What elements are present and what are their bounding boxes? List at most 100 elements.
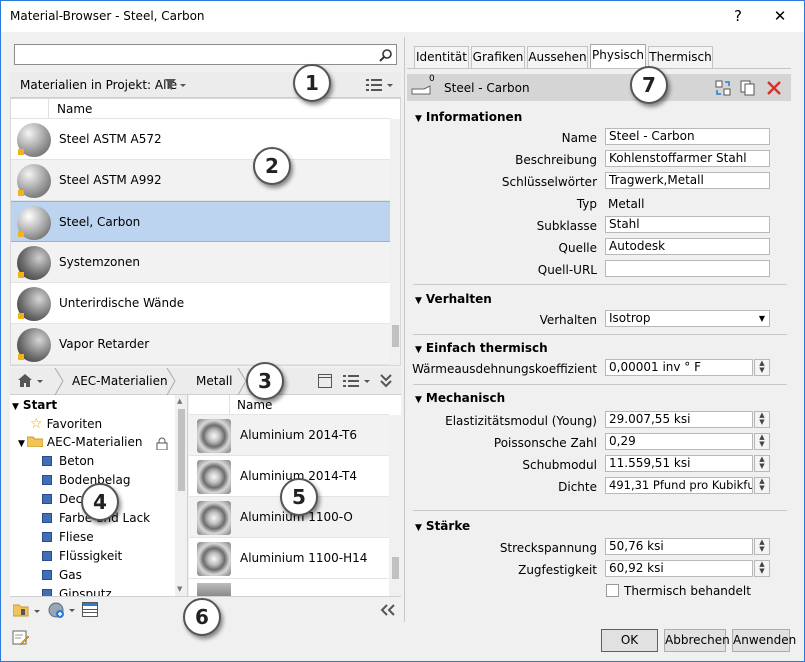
project-list-scrollbar[interactable]	[390, 119, 400, 365]
dialog-client: Materialien in Projekt: Alle Name Steel …	[1, 32, 804, 661]
search-icon[interactable]	[379, 48, 393, 62]
verhalten-dropdown[interactable]: Isotrop ▼	[605, 310, 770, 327]
filter-funnel-icon[interactable]	[165, 78, 187, 92]
category-icon	[42, 513, 52, 523]
schubmodul-stepper[interactable]: ▲ ▼	[754, 455, 770, 472]
quelle-label: Quelle	[558, 241, 597, 255]
lock-icon	[156, 437, 168, 450]
zugfestigkeit-stepper[interactable]: ▲ ▼	[754, 560, 770, 577]
waermeausdehnung-stepper[interactable]: ▲ ▼	[754, 359, 770, 376]
category-icon	[42, 456, 52, 466]
tab-aussehen[interactable]: Aussehen	[527, 46, 588, 69]
subklasse-label: Subklasse	[536, 219, 597, 233]
callout-badge: 4	[81, 483, 119, 521]
edit-sheet-icon[interactable]	[12, 630, 30, 646]
cancel-button[interactable]: Abbrechen	[664, 629, 730, 652]
dichte-stepper[interactable]: ▲ ▼	[754, 477, 770, 494]
tree-item-favorites[interactable]: ☆ Favoriten	[30, 416, 102, 432]
thermisch-behandelt-checkbox[interactable]	[606, 584, 619, 597]
schubmodul-field[interactable]: 11.559,51 ksi	[605, 455, 753, 472]
list-item[interactable]: Steel, Carbon	[11, 201, 390, 242]
poissonsche-zahl-field[interactable]: 0,29	[605, 433, 753, 450]
waermeausdehnung-field[interactable]: 0,00001 inv ° F	[605, 359, 753, 376]
delete-asset-icon[interactable]	[766, 80, 782, 96]
tree-item-library[interactable]: ▼ AEC-Materialien	[18, 435, 143, 449]
library-list-scrollbar[interactable]	[389, 415, 401, 596]
section-informationen[interactable]: ▼ Informationen	[415, 110, 522, 124]
elastizitaetsmodul-stepper[interactable]: ▲ ▼	[754, 411, 770, 428]
tab-grafiken[interactable]: Grafiken	[471, 46, 525, 69]
tree-item-label: Gas	[59, 568, 82, 582]
category-icon	[42, 551, 52, 561]
list-item[interactable]: Vapor Retarder	[11, 324, 390, 365]
section-verhalten[interactable]: ▼ Verhalten	[415, 292, 492, 306]
verhalten-label: Verhalten	[539, 313, 597, 327]
search-text[interactable]	[17, 46, 367, 63]
lock-badge-icon	[18, 354, 24, 360]
beschreibung-field[interactable]: Kohlenstoffarmer Stahl	[605, 150, 770, 167]
streckspannung-field[interactable]: 50,76 ksi	[605, 538, 753, 555]
tab-physisch[interactable]: Physisch	[590, 44, 646, 69]
streckspannung-stepper[interactable]: ▲ ▼	[754, 538, 770, 555]
callout-badge: 6	[183, 598, 221, 636]
help-button[interactable]: ?	[723, 5, 753, 27]
section-mechanisch[interactable]: ▼ Mechanisch	[415, 391, 505, 405]
list-item[interactable]: Steel ASTM A572	[11, 119, 390, 160]
tree-scrollbar[interactable]: ▲ ▼	[175, 395, 187, 596]
home-icon[interactable]	[18, 374, 48, 388]
list-item-label: Aluminium 2014-T6	[240, 428, 357, 442]
dichte-field[interactable]: 491,31 Pfund pro Kubikfuß	[605, 477, 753, 494]
library-menu-icon[interactable]	[13, 602, 43, 618]
list-item[interactable]: Aluminium 1100-H14	[189, 538, 389, 579]
list-item[interactable]: Unterirdische Wände	[11, 283, 390, 324]
quelle-field[interactable]: Autodesk	[605, 238, 770, 255]
close-button[interactable]: ✕	[765, 5, 795, 27]
breadcrumb-item[interactable]: AEC-Materialien	[72, 374, 168, 388]
tree-item-category[interactable]: Flüssigkeit	[42, 549, 122, 563]
lock-badge-icon	[18, 231, 24, 237]
schluesselwoerter-field[interactable]: Tragwerk,Metall	[605, 172, 770, 189]
panel-toggle-icon[interactable]	[318, 374, 332, 388]
create-material-icon[interactable]	[48, 601, 78, 619]
list-item[interactable]: Steel ASTM A992	[11, 160, 390, 201]
name-field[interactable]: Steel - Carbon	[605, 128, 770, 145]
tree-item-category[interactable]: Beton	[42, 454, 94, 468]
elastizitaetsmodul-field[interactable]: 29.007,55 ksi	[605, 411, 753, 428]
ok-button[interactable]: OK	[601, 629, 658, 652]
view-options-icon[interactable]	[366, 78, 396, 92]
filter-bar: Materialien in Projekt: Alle	[10, 72, 401, 98]
library-view-options-icon[interactable]	[343, 374, 373, 388]
quell-url-label: Quell-URL	[537, 263, 597, 277]
subklasse-field[interactable]: Stahl	[605, 216, 770, 233]
duplicate-asset-icon[interactable]	[740, 80, 756, 96]
poissonsche-zahl-stepper[interactable]: ▲ ▼	[754, 433, 770, 450]
tree-item-category[interactable]: Fliese	[42, 530, 94, 544]
tree-item-category[interactable]: Gipsputz	[42, 587, 112, 596]
category-icon	[42, 494, 52, 504]
section-staerke[interactable]: ▼ Stärke	[415, 519, 470, 533]
zugfestigkeit-field[interactable]: 60,92 ksi	[605, 560, 753, 577]
tree-item-category[interactable]: Gas	[42, 568, 82, 582]
section-einfach-thermisch[interactable]: ▼ Einfach thermisch	[415, 341, 548, 355]
lock-badge-icon	[18, 149, 24, 155]
replace-asset-icon[interactable]	[715, 80, 731, 96]
collapse-double-chevron-icon[interactable]	[379, 373, 393, 389]
beschreibung-label: Beschreibung	[515, 153, 597, 167]
collapse-left-double-chevron-icon[interactable]	[380, 604, 396, 616]
tree-item-category[interactable]: Bodenbelag	[42, 473, 130, 487]
search-input[interactable]	[14, 44, 397, 65]
tab-identität[interactable]: Identität	[414, 46, 469, 69]
star-icon: ☆	[30, 416, 43, 432]
quell-url-field[interactable]	[605, 260, 770, 277]
tab-thermisch[interactable]: Thermisch	[648, 46, 713, 69]
tree-root[interactable]: ▼ Start	[12, 398, 57, 412]
list-item[interactable]: Aluminium 2014-T6	[189, 415, 389, 456]
column-header-name: Name	[57, 102, 93, 116]
material-browser-window: Material-Browser - Steel, Carbon ? ✕ Mat…	[0, 0, 805, 662]
breadcrumb-item[interactable]: Metall	[196, 374, 232, 388]
lock-badge-icon	[18, 313, 24, 319]
category-icon	[42, 475, 52, 485]
list-item[interactable]: Systemzonen	[11, 242, 390, 283]
asset-browser-icon[interactable]	[82, 602, 98, 617]
apply-button[interactable]: Anwenden	[732, 629, 796, 652]
